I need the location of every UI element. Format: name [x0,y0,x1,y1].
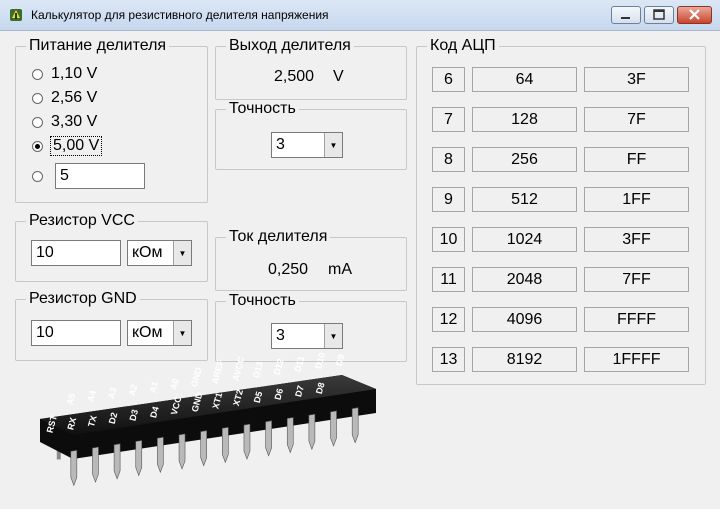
minimize-button[interactable] [611,6,641,24]
chip-pin-label-top: D10 [313,351,327,370]
chip-pin-label-top: A1 [147,380,160,394]
chip-pin [243,423,251,460]
maximize-icon [653,9,665,20]
app-icon [10,9,22,21]
chip-pin-label-top: A2 [127,383,140,397]
minimize-icon [621,17,630,19]
close-icon [689,9,700,20]
maximize-button[interactable] [644,6,674,24]
microcontroller-image: A5 A4 A3 A2 A1 A0 GND AREF AVCC D13 D12 D11 D10 D9RST… [40,351,376,487]
chip-pin-label-top: D11 [292,355,306,373]
chip-pin [178,433,186,470]
chip-pin [157,436,164,474]
chip-pin [286,417,294,454]
chip-pin [265,420,272,457]
chip-pin-label-top: A4 [85,389,98,403]
chip-pin-label-top: D9 [334,353,347,367]
chip-pin-label-top: A5 [65,392,78,406]
chip-pin-label-top: D12 [272,357,286,376]
chip-pin-label-top: A3 [106,386,119,400]
title-bar[interactable]: Калькулятор для резистивного делителя на… [0,0,720,31]
chip-pin [70,450,78,487]
chip-pin-label-top: AREF [210,358,226,385]
chip-pin-label-top: AVCC [230,355,246,382]
chip-pin [222,427,229,464]
chip-pin-label-top: A0 [168,377,181,391]
chip-pin [351,407,359,444]
chip-pin [200,430,207,467]
close-button[interactable] [677,6,712,24]
chip-pin [308,413,316,451]
client-area: Питание делителя 1,10 V 2,56 V 3,30 V 5,… [0,31,720,509]
chip-pin [330,410,337,447]
chip-pin [113,443,121,480]
chip-pin-label-top: GND [189,366,204,388]
chip-pin-label-top: D13 [251,360,265,379]
window-title: Калькулятор для резистивного делителя на… [31,8,329,22]
chip-pin [92,446,99,483]
chip-pin [135,440,143,477]
